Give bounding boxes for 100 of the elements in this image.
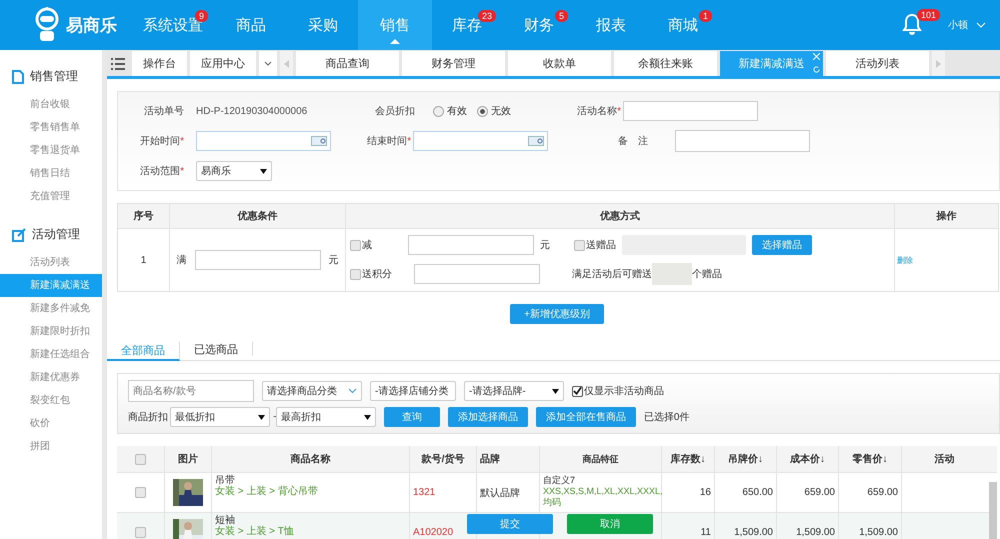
select-gift-button[interactable]: 选择赠品: [752, 235, 812, 255]
scrollbar[interactable]: [989, 482, 997, 539]
sidebar-item[interactable]: 零售退货单: [0, 139, 102, 162]
field-label: 开始时间*: [139, 134, 185, 148]
cancel-button[interactable]: 取消: [567, 514, 653, 534]
tab[interactable]: 应用中心: [190, 51, 256, 76]
radio-option[interactable]: 无效: [477, 104, 511, 118]
product-name: 吊带: [215, 475, 235, 486]
column-header: 商品特征: [540, 446, 662, 472]
add-all-button[interactable]: 添加全部在售商品: [536, 407, 636, 427]
checkbox[interactable]: 减: [350, 238, 372, 252]
sidebar-item[interactable]: 新建多件减免: [0, 297, 102, 320]
sidebar-item[interactable]: 新建限时折扣: [0, 320, 102, 343]
input-field[interactable]: [194, 250, 320, 270]
table-cell: 650.00: [715, 473, 777, 512]
tab[interactable]: 新建满减满送: [720, 51, 823, 76]
column-header: 活动: [934, 452, 956, 467]
checkbox[interactable]: 送赠品: [574, 238, 616, 252]
field-label: 满足活动后可赠送: [572, 268, 652, 281]
nav-item[interactable]: 销售: [358, 0, 432, 50]
table-cell: 1,509.00: [839, 513, 902, 539]
product-name: 短袖: [215, 515, 235, 526]
sidebar-item[interactable]: 裂变红包: [0, 389, 102, 412]
date-field[interactable]: [196, 131, 331, 151]
count-badge: 101: [916, 8, 940, 20]
user-menu[interactable]: 小顿: [948, 18, 968, 32]
min-discount-dropdown[interactable]: 最低折扣: [170, 407, 270, 427]
sidebar-group-title[interactable]: 销售管理: [30, 68, 78, 85]
checkbox[interactable]: 仅显示非活动商品: [572, 384, 664, 398]
chevron-down-icon[interactable]: [976, 22, 986, 28]
check-icon: [573, 386, 582, 396]
checkbox[interactable]: [135, 487, 146, 498]
shop-category-dropdown[interactable]: -请选择店铺分类: [370, 381, 456, 401]
chevron-down-icon: [348, 388, 357, 394]
scope-dropdown[interactable]: 易商乐: [196, 161, 272, 181]
scroll-right-button[interactable]: [932, 51, 945, 76]
input-field[interactable]: [623, 101, 758, 121]
sidebar-item[interactable]: 新建优惠券: [0, 366, 102, 389]
nav-item[interactable]: 采购: [286, 0, 360, 50]
field-label: 满: [176, 254, 186, 267]
tab[interactable]: 商品查询: [296, 51, 399, 76]
feature-name: 自定义7: [543, 475, 576, 486]
calendar-icon[interactable]: [311, 136, 327, 146]
menu-icon[interactable]: [111, 58, 125, 70]
checkbox[interactable]: [135, 527, 146, 538]
scroll-left-button[interactable]: [280, 51, 293, 76]
delete-link[interactable]: 删除: [897, 254, 913, 266]
tab[interactable]: 收款单: [508, 51, 611, 76]
tab[interactable]: 全部商品: [107, 342, 180, 361]
selected-count: 已选择0件: [644, 410, 690, 424]
sidebar-item[interactable]: 活动列表: [0, 251, 102, 274]
input-field[interactable]: [414, 264, 540, 284]
calendar-icon[interactable]: [528, 136, 544, 146]
search-field[interactable]: 商品名称/款号: [128, 380, 254, 402]
close-icon[interactable]: [813, 53, 820, 60]
add-selected-button[interactable]: 添加选择商品: [448, 407, 528, 427]
field-label: 备 注: [617, 134, 649, 148]
sidebar-item[interactable]: 销售日结: [0, 162, 102, 185]
nav-item[interactable]: 报表: [574, 0, 648, 50]
unit-label: 元: [328, 254, 338, 267]
sidebar-group-title[interactable]: 活动管理: [32, 226, 80, 243]
field-label: 会员折扣: [374, 104, 416, 118]
sidebar-item[interactable]: 零售销售单: [0, 116, 102, 139]
input-field[interactable]: [408, 235, 534, 255]
field-label: 活动单号: [143, 104, 185, 118]
tab[interactable]: 操作台: [132, 51, 187, 76]
nav-item[interactable]: 财务 5: [502, 0, 576, 50]
date-field[interactable]: [413, 131, 548, 151]
nav-item[interactable]: 商城 1: [646, 0, 720, 50]
submit-button[interactable]: 提交: [467, 514, 553, 534]
column-header: 成本价↓: [777, 446, 839, 472]
checkbox[interactable]: [135, 454, 146, 464]
sidebar-item[interactable]: 拼团: [0, 435, 102, 458]
sidebar-item[interactable]: 砍价: [0, 412, 102, 435]
bell-icon[interactable]: [902, 12, 922, 34]
max-discount-dropdown[interactable]: 最高折扣: [276, 407, 376, 427]
size-list: XXS,XS,S,M,L,XL,XXL,XXXL,均码: [543, 486, 663, 508]
checkbox[interactable]: 送积分: [350, 267, 392, 281]
category-dropdown[interactable]: 请选择商品分类: [262, 381, 362, 401]
refresh-icon[interactable]: [813, 66, 820, 73]
column-header: 库存数↓: [662, 446, 715, 472]
add-level-button[interactable]: +新增优惠级别: [510, 304, 604, 324]
sidebar-item[interactable]: 充值管理: [0, 185, 102, 208]
tab[interactable]: 已选商品: [180, 342, 253, 356]
query-button[interactable]: 查询: [384, 407, 440, 427]
radio-option[interactable]: 有效: [433, 104, 467, 118]
input-field[interactable]: [675, 130, 810, 152]
table-cell: 1321: [410, 473, 477, 512]
dropdown-button[interactable]: [259, 51, 277, 76]
tab[interactable]: 余额往来账: [614, 51, 717, 76]
sidebar-item[interactable]: 前台收银: [0, 93, 102, 116]
column-header: 吊牌价↓: [715, 446, 777, 472]
tab[interactable]: 活动列表: [826, 51, 929, 76]
nav-item[interactable]: 商品: [214, 0, 288, 50]
field-label: 个赠品: [692, 268, 722, 281]
tab[interactable]: 财务管理: [402, 51, 505, 76]
sidebar-item[interactable]: 新建任选组合: [0, 343, 102, 366]
sidebar-item[interactable]: 新建满减满送: [0, 274, 102, 297]
table-cell: 1,509.00: [777, 513, 839, 539]
brand-dropdown[interactable]: -请选择品牌-: [464, 381, 564, 401]
